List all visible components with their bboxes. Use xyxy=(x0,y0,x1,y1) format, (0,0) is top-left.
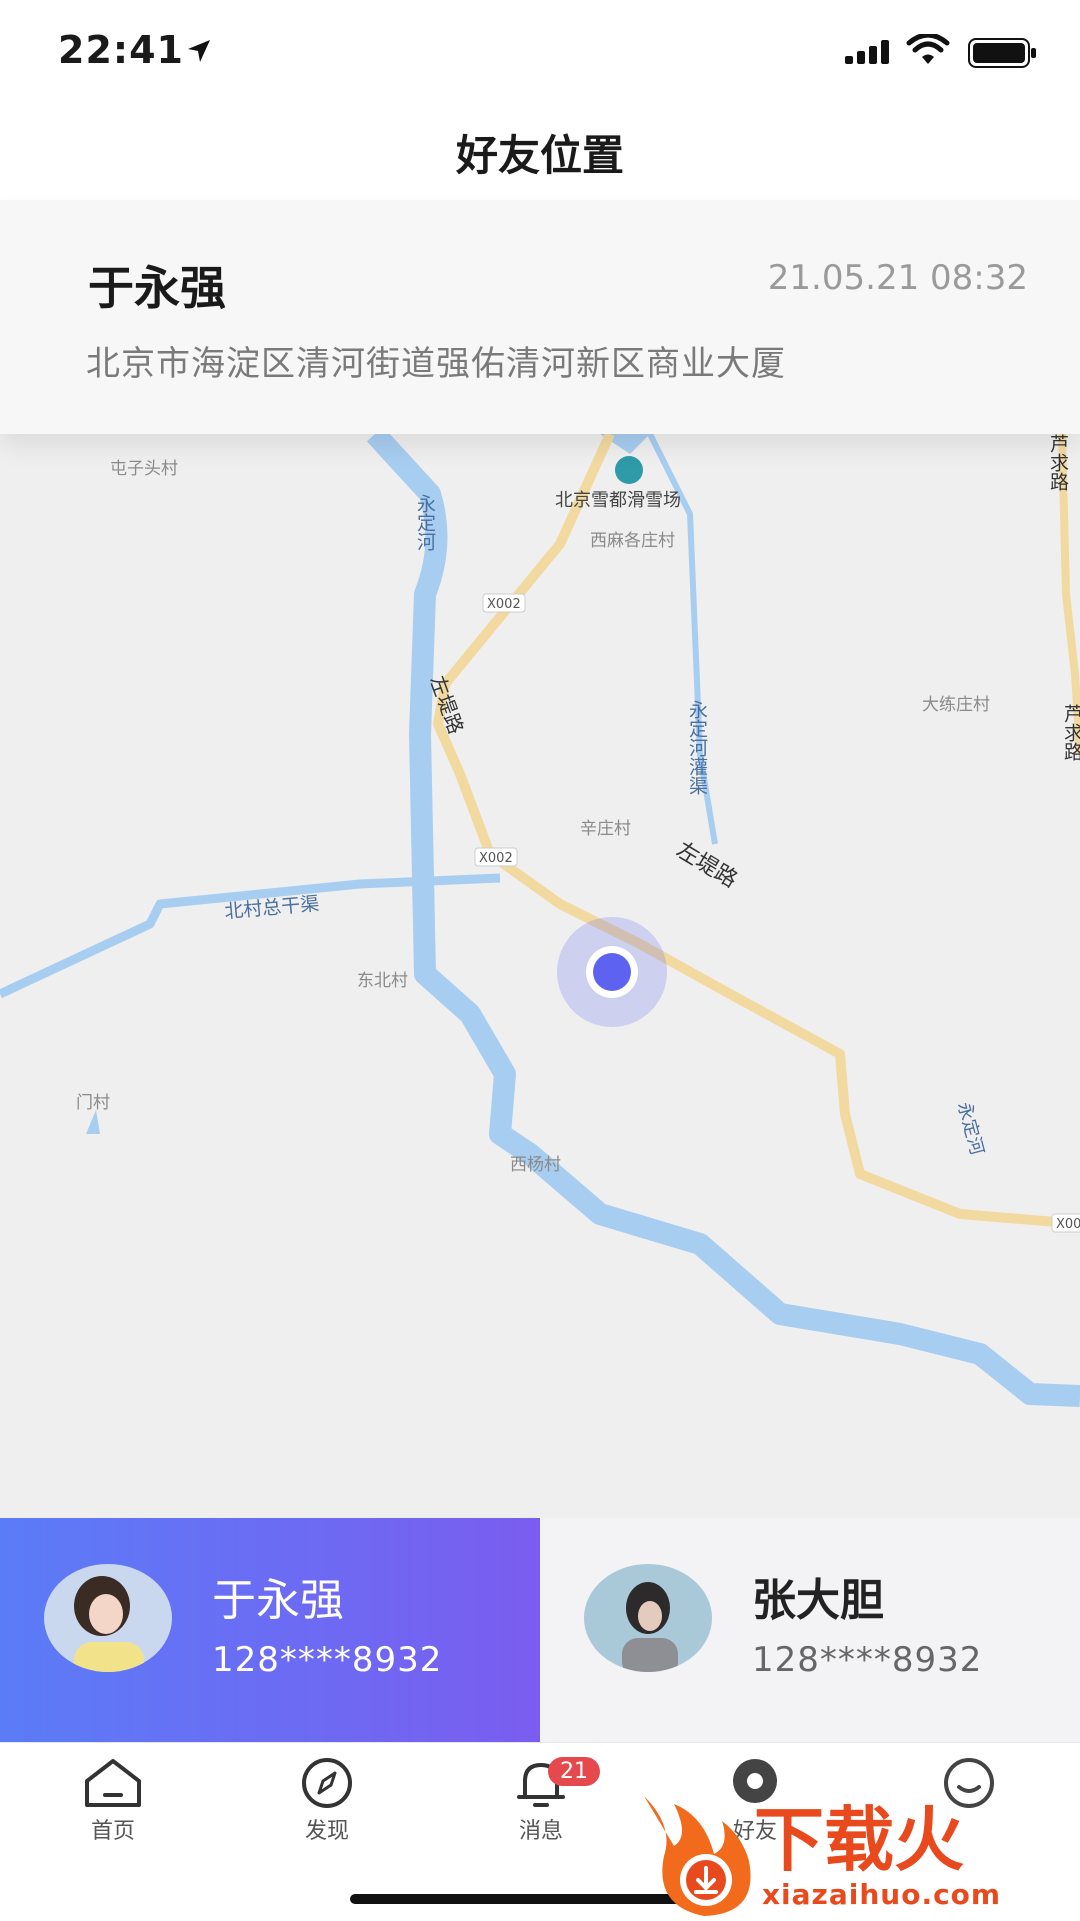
friend-location-marker[interactable] xyxy=(557,917,667,1027)
map-label-dongbei: 东北村 xyxy=(357,971,408,991)
map-label-men: 门村 xyxy=(76,1093,110,1113)
location-timestamp: 21.05.21 08:32 xyxy=(767,258,1028,298)
tab-discover[interactable]: 发现 xyxy=(252,1757,402,1845)
map-label-x002-south: X002 xyxy=(479,851,513,866)
map-label-x002-north: X002 xyxy=(487,597,521,612)
cellular-signal-icon xyxy=(845,40,889,64)
location-address: 北京市海淀区清河街道强佑清河新区商业大厦 xyxy=(86,344,786,384)
compass-icon xyxy=(302,1758,352,1808)
watermark: 下载火 xiazaihuo.com xyxy=(634,1776,1080,1920)
map-label-ski: 北京雪都滑雪场 xyxy=(555,490,681,511)
tab-label: 首页 xyxy=(90,1819,135,1844)
map-canvas[interactable]: 屯子头村 北京雪都滑雪场 西麻各庄村 X002 X002 X00 辛庄村 大练庄… xyxy=(0,434,1080,1518)
avatar xyxy=(44,1564,172,1672)
watermark-url: xiazaihuo.com xyxy=(762,1878,1002,1911)
friend-phone: 128****8932 xyxy=(212,1640,443,1680)
tab-label: 发现 xyxy=(304,1819,349,1844)
wifi-icon xyxy=(906,34,950,64)
friend-card-selected[interactable]: 于永强 128****8932 xyxy=(0,1518,540,1742)
friend-name: 于永强 xyxy=(88,261,226,315)
map-label-xinzhuang: 辛庄村 xyxy=(580,819,631,839)
friend-name: 于永强 xyxy=(212,1575,344,1626)
page-title: 好友位置 xyxy=(455,131,624,180)
map-label-yongding-north: 永定河 xyxy=(414,494,436,551)
map-label-xiyang: 西杨村 xyxy=(510,1155,561,1175)
map-label-dalian: 大练庄村 xyxy=(922,695,990,715)
friend-list: 于永强 128****8932 张大胆 128****8932 xyxy=(0,1518,1080,1742)
tab-messages[interactable]: 21 消息 xyxy=(466,1757,616,1845)
watermark-brand: 下载火 xyxy=(754,1798,964,1881)
friend-name: 张大胆 xyxy=(752,1575,884,1626)
map-label-x002-east: X00 xyxy=(1056,1217,1080,1232)
friend-phone: 128****8932 xyxy=(752,1640,983,1680)
flame-logo-icon xyxy=(644,1796,751,1916)
ski-resort-marker xyxy=(615,456,643,484)
map-view[interactable]: 屯子头村 北京雪都滑雪场 西麻各庄村 X002 X002 X00 辛庄村 大练庄… xyxy=(0,434,1080,1518)
battery-icon xyxy=(968,38,1036,68)
map-label-luqiu-east: 芦求路 xyxy=(1061,704,1080,761)
friend-card[interactable]: 张大胆 128****8932 xyxy=(540,1518,1080,1742)
location-arrow-icon xyxy=(188,40,210,62)
map-label-ximage: 西麻各庄村 xyxy=(590,531,675,551)
map-label-tunzitou: 屯子头村 xyxy=(110,459,178,479)
home-icon xyxy=(85,1759,141,1807)
map-label-guanqu: 永定河灌渠 xyxy=(686,700,708,795)
tab-label: 消息 xyxy=(518,1819,563,1844)
tab-home[interactable]: 首页 xyxy=(38,1757,188,1845)
location-info-card: 于永强 21.05.21 08:32 北京市海淀区清河街道强佑清河新区商业大厦 xyxy=(0,200,1080,434)
map-label-luqiu-north: 芦求路 xyxy=(1047,434,1069,491)
unread-badge: 21 xyxy=(548,1757,600,1786)
status-bar: 22:41 xyxy=(0,0,1080,100)
status-time: 22:41 xyxy=(58,28,184,72)
avatar xyxy=(584,1564,712,1672)
